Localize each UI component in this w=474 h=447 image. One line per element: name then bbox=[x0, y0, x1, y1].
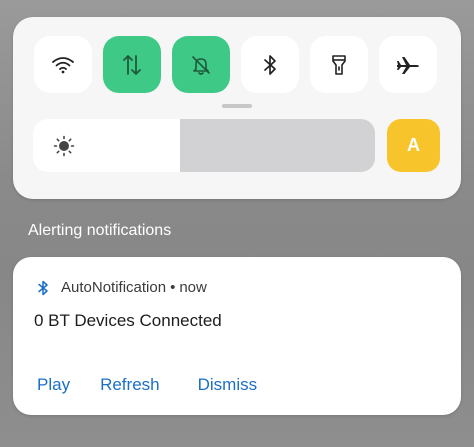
data-arrows-icon bbox=[123, 54, 141, 75]
notification-app-name: AutoNotification bbox=[61, 279, 167, 296]
notification-title: 0 BT Devices Connected bbox=[34, 311, 222, 330]
notification-separator: • bbox=[170, 279, 176, 296]
wifi-icon bbox=[52, 56, 74, 73]
panel-drag-handle[interactable] bbox=[222, 104, 252, 108]
brightness-sun-icon bbox=[53, 135, 75, 157]
bluetooth-tile[interactable] bbox=[241, 36, 299, 93]
flashlight-tile[interactable] bbox=[310, 36, 368, 93]
bell-off-icon bbox=[192, 55, 210, 75]
airplane-icon bbox=[397, 56, 419, 74]
do-not-disturb-tile[interactable] bbox=[172, 36, 230, 93]
notification-header: AutoNotification • now bbox=[37, 279, 207, 296]
mobile-data-tile[interactable] bbox=[103, 36, 161, 93]
quick-settings-panel: A bbox=[13, 17, 461, 199]
notification-time: now bbox=[179, 279, 207, 296]
play-button[interactable]: Play bbox=[37, 375, 70, 395]
notification-card[interactable]: AutoNotification • now 0 BT Devices Connec… bbox=[13, 257, 461, 415]
airplane-mode-tile[interactable] bbox=[379, 36, 437, 93]
auto-brightness-label: A bbox=[407, 135, 420, 155]
brightness-slider[interactable] bbox=[33, 119, 375, 172]
bluetooth-icon bbox=[264, 54, 276, 75]
dismiss-button[interactable]: Dismiss bbox=[198, 375, 258, 395]
bluetooth-icon bbox=[38, 280, 48, 295]
section-title: Alerting notifications bbox=[28, 222, 172, 239]
notification-actions: Play Refresh Dismiss bbox=[37, 375, 257, 395]
flashlight-icon bbox=[332, 54, 346, 75]
wifi-tile[interactable] bbox=[34, 36, 92, 93]
refresh-button[interactable]: Refresh bbox=[100, 375, 160, 395]
auto-brightness-button[interactable]: A bbox=[387, 119, 440, 172]
